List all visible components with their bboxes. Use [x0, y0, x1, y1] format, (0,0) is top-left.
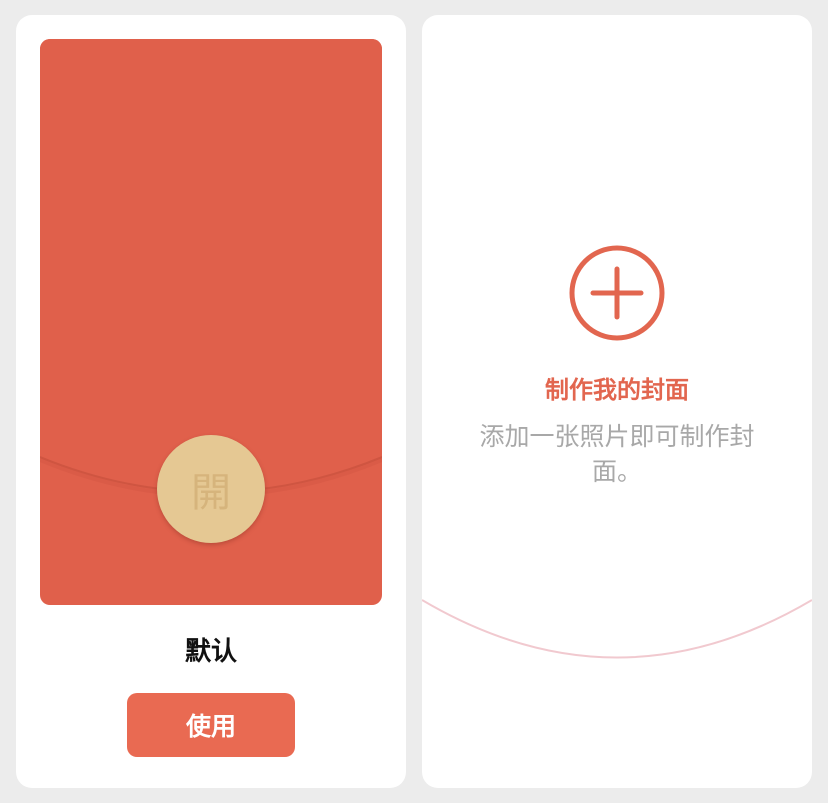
- plus-circle-icon[interactable]: [569, 245, 665, 341]
- seal-character: 開: [191, 470, 231, 516]
- create-cover-title: 制作我的封面: [545, 376, 689, 404]
- cover-name: 默认: [184, 637, 237, 667]
- envelope-outline-arc: [422, 599, 812, 659]
- red-envelope-preview[interactable]: 開: [40, 39, 382, 605]
- create-cover-card[interactable]: 制作我的封面 添加一张照片即可制作封面。: [422, 15, 812, 788]
- create-cover-hint: 添加一张照片即可制作封面。: [479, 422, 755, 486]
- create-cover-area[interactable]: 制作我的封面 添加一张照片即可制作封面。: [422, 15, 812, 788]
- use-button[interactable]: 使用: [127, 693, 295, 757]
- seal-icon: 開: [157, 435, 265, 543]
- default-cover-card[interactable]: 開 默认 使用: [16, 15, 406, 788]
